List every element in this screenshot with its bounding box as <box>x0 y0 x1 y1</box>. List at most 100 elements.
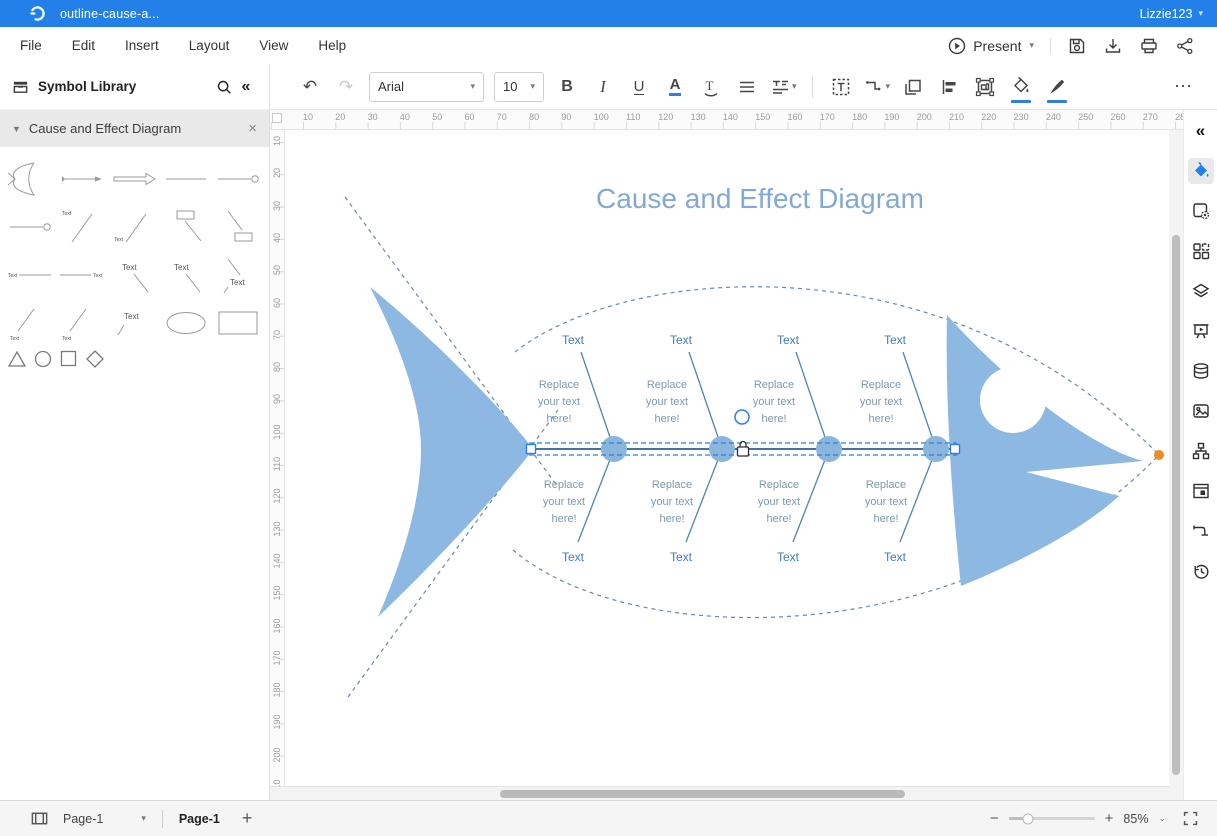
download-icon[interactable] <box>1103 36 1123 56</box>
symbol-triangle[interactable] <box>4 347 30 371</box>
rotation-handle[interactable] <box>1154 450 1164 460</box>
undo-button[interactable]: ↶ <box>297 72 323 102</box>
menu-help[interactable]: Help <box>303 38 361 53</box>
vertical-scrollbar[interactable] <box>1169 130 1183 786</box>
fish-tail-shape[interactable] <box>370 287 533 617</box>
symbol-square[interactable] <box>56 347 82 371</box>
symbol-rectangle[interactable] <box>212 299 264 347</box>
fish-head-shape[interactable] <box>947 315 1143 586</box>
container-button[interactable] <box>900 72 926 102</box>
symbol-branch-text-mid[interactable]: Text <box>108 203 160 251</box>
menu-edit[interactable]: Edit <box>57 38 110 53</box>
top-note-text[interactable]: Replace <box>861 379 901 391</box>
symbol-branch-text-top[interactable]: Text <box>56 203 108 251</box>
sidebar-org-chart-icon[interactable] <box>1188 438 1214 464</box>
text-align-button[interactable]: ▾ <box>770 72 797 102</box>
top-category-label[interactable]: Text <box>670 333 693 347</box>
zoom-level[interactable]: 85% <box>1123 812 1148 826</box>
italic-button[interactable]: I <box>590 72 616 102</box>
symbol-line-circle[interactable] <box>212 155 264 203</box>
drawing-page[interactable]: Cause and Effect Diagram <box>285 130 1169 786</box>
zoom-slider[interactable] <box>1009 817 1095 820</box>
top-branch-line[interactable] <box>903 352 935 446</box>
top-category-label[interactable]: Text <box>884 333 907 347</box>
symbol-fish-head[interactable] <box>4 155 56 203</box>
connector-button[interactable]: ▾ <box>864 72 891 102</box>
zoom-slider-handle[interactable] <box>1022 813 1033 824</box>
symbol-main-arrow[interactable] <box>56 155 108 203</box>
connection-point[interactable] <box>735 410 749 424</box>
top-note-text[interactable]: Replace <box>647 379 687 391</box>
sidebar-connector-icon[interactable] <box>1188 518 1214 544</box>
fishbone-diagram[interactable]: Cause and Effect Diagram <box>285 130 1169 786</box>
selection-handle-right[interactable] <box>951 445 960 454</box>
top-branch-line[interactable] <box>689 352 721 446</box>
section-close-icon[interactable]: × <box>248 120 257 137</box>
horizontal-scrollbar[interactable] <box>270 786 1169 800</box>
top-note-text[interactable]: here! <box>868 413 893 425</box>
top-branch-line[interactable] <box>581 352 613 446</box>
library-section-header[interactable]: ▼ Cause and Effect Diagram × <box>0 110 269 147</box>
bottom-note-text[interactable]: your text <box>651 496 693 508</box>
top-note-text[interactable]: here! <box>546 413 571 425</box>
sidebar-page-settings-icon[interactable] <box>1188 198 1214 224</box>
selection-handle-left[interactable] <box>527 445 536 454</box>
save-icon[interactable] <box>1067 36 1087 56</box>
bottom-note-text[interactable]: your text <box>865 496 907 508</box>
symbol-text-branch-lg[interactable]: Text <box>108 251 160 299</box>
diagram-title[interactable]: Cause and Effect Diagram <box>596 183 924 214</box>
group-button[interactable] <box>972 72 998 102</box>
present-caret-icon[interactable]: ▾ <box>1029 40 1034 51</box>
top-category-label[interactable]: Text <box>562 333 585 347</box>
panel-collapse-icon[interactable]: « <box>235 76 257 98</box>
zoom-out-button[interactable]: − <box>990 810 999 827</box>
bottom-note-text[interactable]: here! <box>659 513 684 525</box>
top-note-text[interactable]: here! <box>654 413 679 425</box>
fullscreen-icon[interactable] <box>1182 810 1199 827</box>
text-arc-button[interactable]: T <box>698 72 724 102</box>
symbol-text-branch-lg-2[interactable]: Text <box>160 251 212 299</box>
symbol-diamond[interactable] <box>82 347 108 371</box>
top-note-text[interactable]: Replace <box>754 379 794 391</box>
menu-file[interactable]: File <box>5 38 57 53</box>
menu-view[interactable]: View <box>244 38 303 53</box>
font-select[interactable]: Arial▾ <box>369 72 484 102</box>
horizontal-scroll-thumb[interactable] <box>500 790 905 798</box>
sidebar-fill-format-icon[interactable] <box>1188 158 1214 184</box>
share-icon[interactable] <box>1175 36 1195 56</box>
sidebar-collapse-icon[interactable]: « <box>1188 118 1214 144</box>
fill-bucket-button[interactable] <box>1008 72 1034 102</box>
bottom-note-text[interactable]: your text <box>758 496 800 508</box>
symbol-line[interactable] <box>160 155 212 203</box>
top-note-text[interactable]: Replace <box>539 379 579 391</box>
page-selector[interactable]: Page-1 <box>63 812 103 826</box>
top-note-text[interactable]: your text <box>860 396 902 408</box>
top-note-text[interactable]: here! <box>761 413 786 425</box>
zoom-caret-icon[interactable]: ⌄ <box>1158 813 1166 824</box>
sidebar-layers-icon[interactable] <box>1188 278 1214 304</box>
sidebar-image-icon[interactable] <box>1188 398 1214 424</box>
symbol-rect-branch[interactable] <box>160 203 212 251</box>
sidebar-history-icon[interactable] <box>1188 558 1214 584</box>
underline-button[interactable]: U <box>626 72 652 102</box>
bottom-note-text[interactable]: your text <box>543 496 585 508</box>
bottom-note-text[interactable]: Replace <box>652 479 692 491</box>
top-note-text[interactable]: your text <box>646 396 688 408</box>
symbol-line-circle-2[interactable] <box>4 203 56 251</box>
zoom-in-button[interactable]: + <box>1105 810 1114 827</box>
page-selector-caret-icon[interactable]: ▾ <box>141 813 146 824</box>
symbol-branch-rect[interactable] <box>212 203 264 251</box>
section-expand-icon[interactable]: ▼ <box>12 124 21 134</box>
symbol-text-line[interactable]: Text <box>4 251 56 299</box>
bold-button[interactable]: B <box>554 72 580 102</box>
bottom-category-label[interactable]: Text <box>670 550 693 564</box>
bottom-category-label[interactable]: Text <box>884 550 907 564</box>
sidebar-presentation-icon[interactable] <box>1188 318 1214 344</box>
bottom-category-label[interactable]: Text <box>777 550 800 564</box>
text-box-button[interactable] <box>828 72 854 102</box>
bottom-note-text[interactable]: Replace <box>544 479 584 491</box>
symbol-branch-text-below-2[interactable]: Text <box>56 299 108 347</box>
menu-insert[interactable]: Insert <box>110 38 174 53</box>
bottom-note-text[interactable]: Replace <box>759 479 799 491</box>
symbol-branch-text-below[interactable]: Text <box>4 299 56 347</box>
